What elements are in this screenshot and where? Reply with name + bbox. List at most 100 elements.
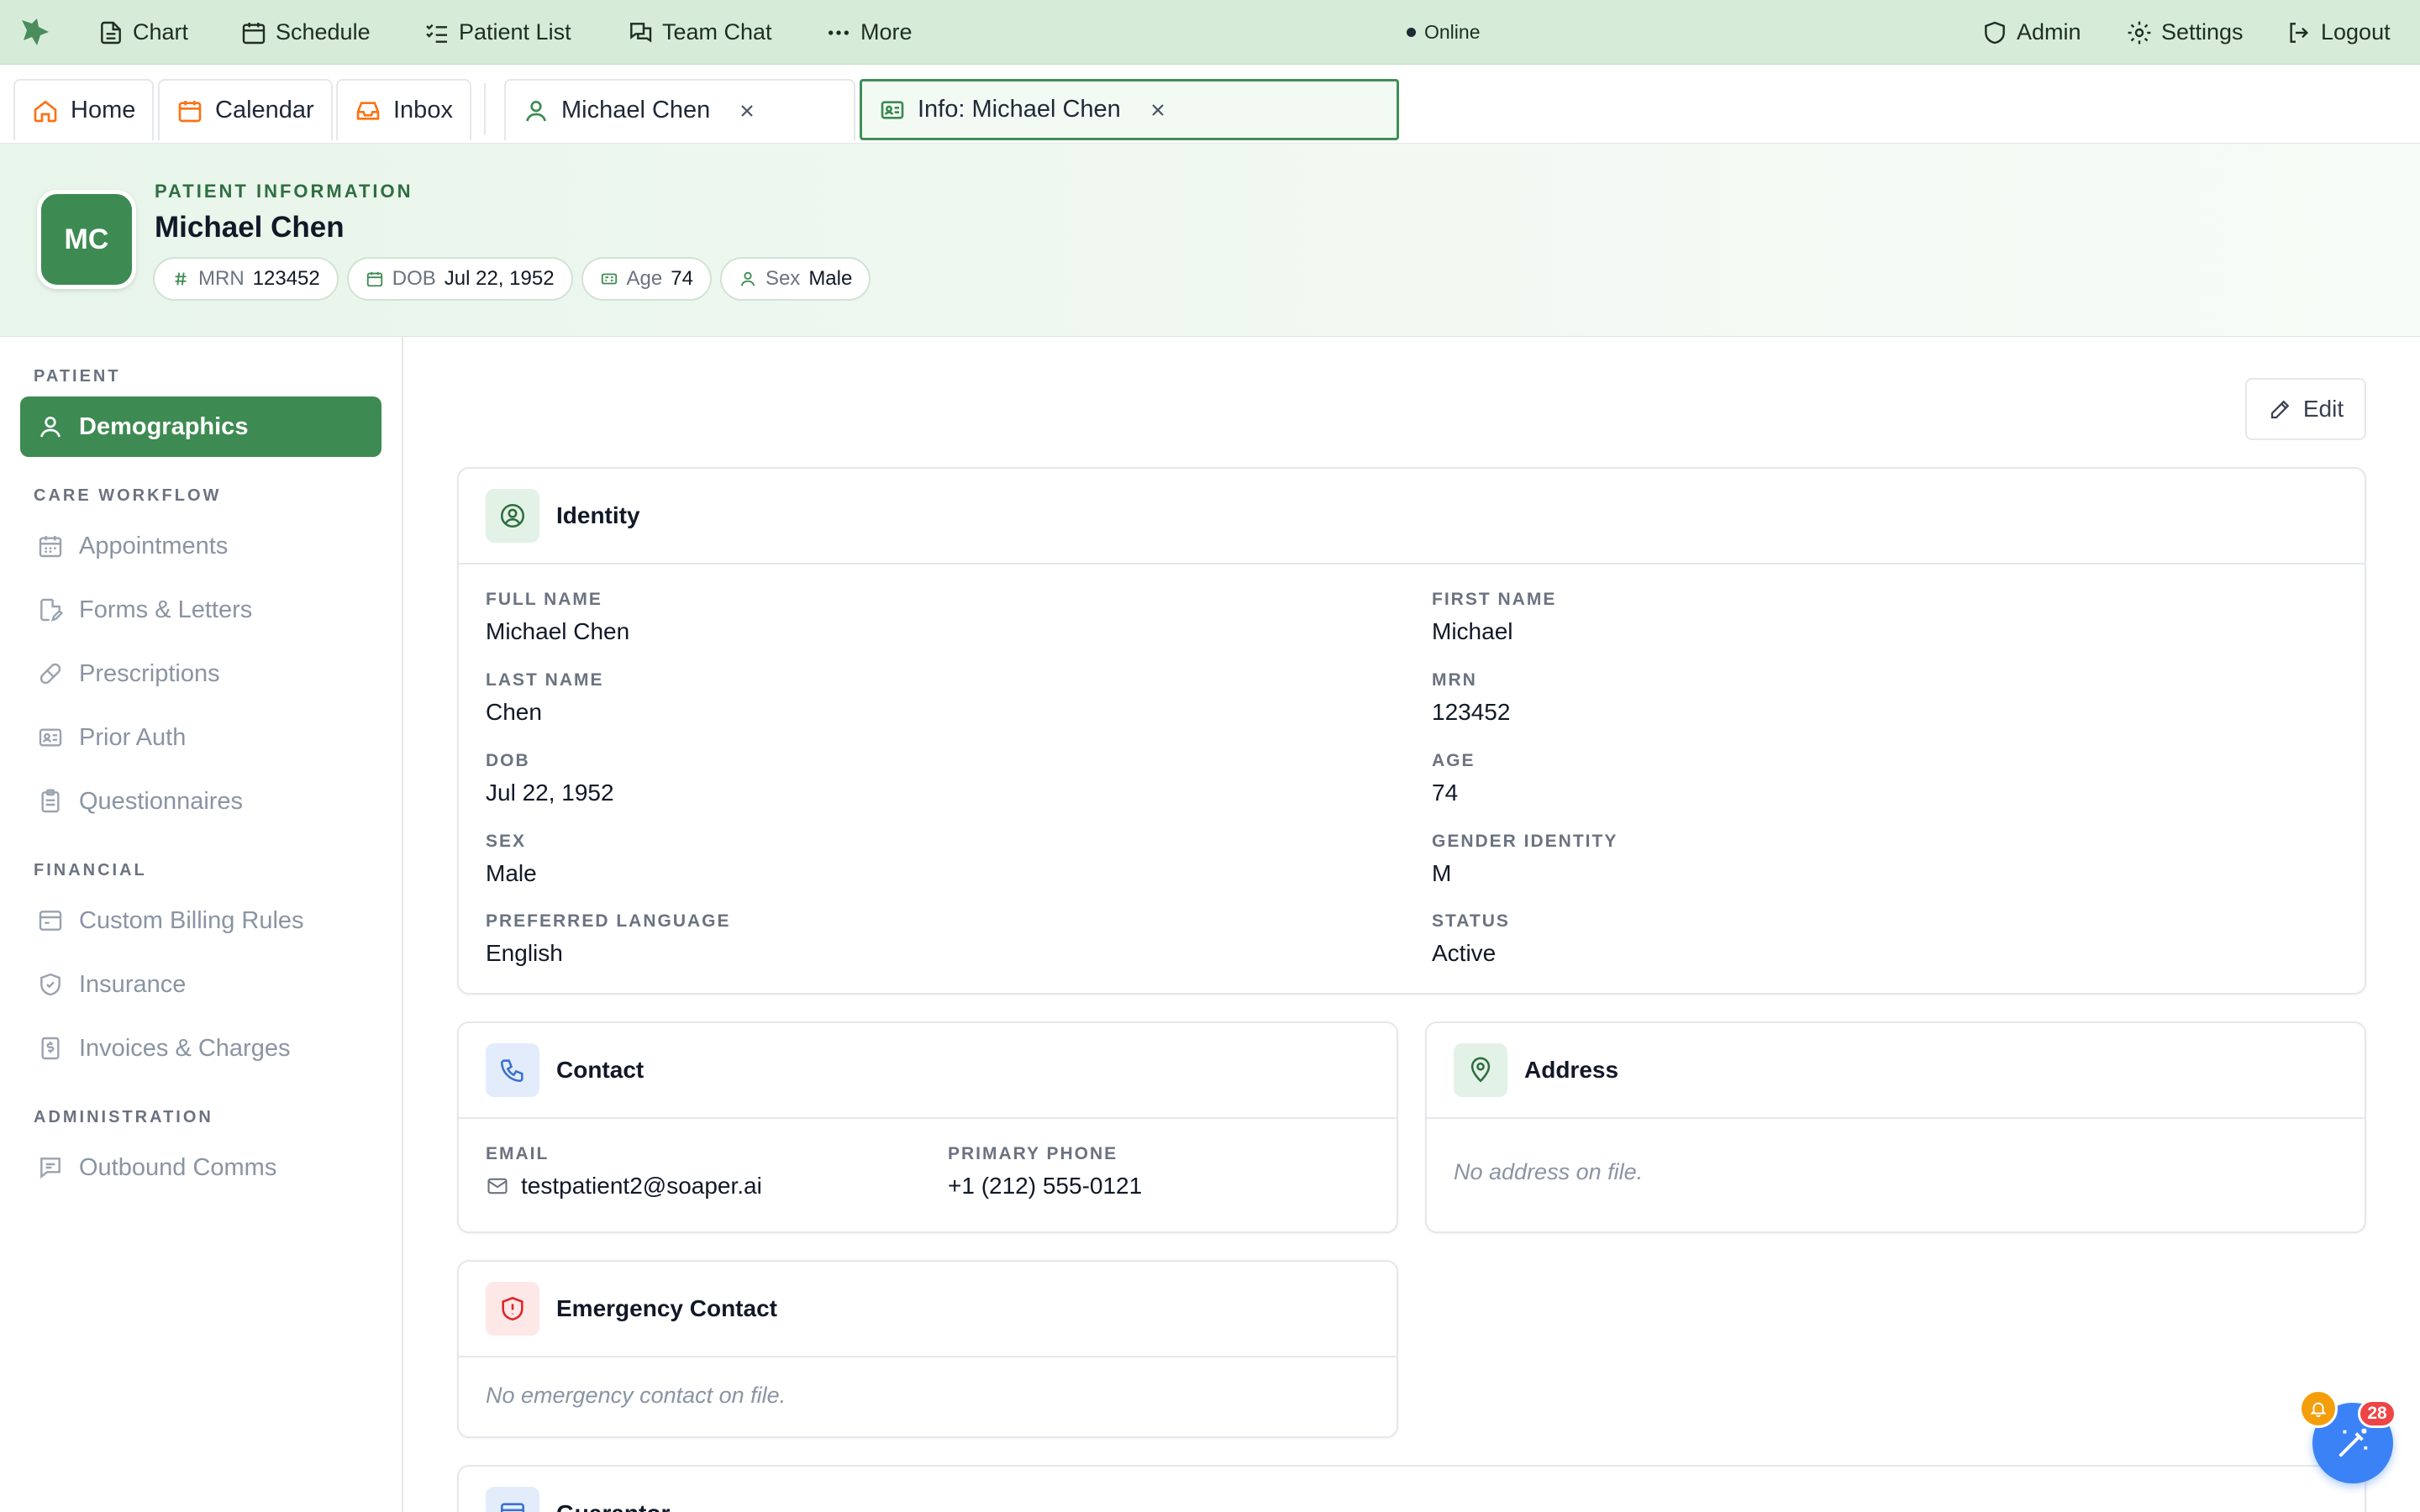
tab-patient-info-label: Info: Michael Chen xyxy=(918,96,1121,123)
id-card-icon xyxy=(601,273,617,285)
tab-patient-chart-label: Michael Chen xyxy=(561,97,711,123)
emergency-empty-message: No emergency contact on file. xyxy=(486,1383,786,1408)
shield-check-icon xyxy=(40,973,60,996)
nav-team-chat[interactable]: Team Chat xyxy=(627,0,772,65)
field-label: MRN xyxy=(1432,670,1477,690)
user-icon xyxy=(740,271,755,286)
magic-wand-icon xyxy=(2338,1428,2368,1457)
sidebar-item-demographics[interactable]: Demographics xyxy=(20,396,381,457)
sidebar-item-label: Outbound Comms xyxy=(79,1153,277,1181)
file-edit-icon xyxy=(40,598,64,622)
sidebar-item-prior-auth[interactable]: Prior Auth xyxy=(20,707,381,768)
app-logo-icon[interactable] xyxy=(18,15,54,49)
close-icon[interactable] xyxy=(737,101,757,121)
field-value: +1 (212) 555-0121 xyxy=(948,1173,1143,1199)
id-card-icon xyxy=(39,728,62,747)
more-dots-icon xyxy=(829,29,849,35)
field-value: Active xyxy=(1432,940,1497,966)
address-card-icon xyxy=(1454,1043,1507,1097)
field-label: FIRST NAME xyxy=(1432,590,1557,609)
nav-chart-label: Chart xyxy=(133,19,189,45)
patient-name: Michael Chen xyxy=(155,211,345,244)
list-checks-icon xyxy=(426,24,447,43)
emergency-card-title: Emergency Contact xyxy=(556,1295,777,1321)
field-last-name: LAST NAME Chen xyxy=(486,670,604,726)
inbox-icon xyxy=(356,101,380,120)
chip-key: Age xyxy=(626,267,663,290)
top-nav: Chart Schedule Patient List Team Chat Mo… xyxy=(0,0,2420,65)
field-age: AGE 74 xyxy=(1432,751,1476,806)
sidebar-item-questionnaires[interactable]: Questionnaires xyxy=(20,771,381,832)
field-value: 74 xyxy=(1432,780,1459,806)
identity-card-title: Identity xyxy=(556,502,640,528)
notification-bell[interactable] xyxy=(2299,1389,2338,1428)
nav-patient-list[interactable]: Patient List xyxy=(424,0,571,65)
close-icon[interactable] xyxy=(1148,100,1168,120)
nav-chart[interactable]: Chart xyxy=(97,0,188,65)
field-value: 123452 xyxy=(1432,699,1511,725)
email-value[interactable]: testpatient2@soaper.ai xyxy=(521,1173,762,1200)
chip-value: Jul 22, 1952 xyxy=(444,267,555,290)
nav-logout-label: Logout xyxy=(2321,19,2391,45)
sidebar-item-label: Prescriptions xyxy=(79,659,220,687)
field-value: Jul 22, 1952 xyxy=(486,780,614,806)
id-card-icon xyxy=(881,100,904,119)
chip-key: MRN xyxy=(198,267,245,290)
identity-card-header: Identity xyxy=(459,469,2365,564)
nav-settings[interactable]: Settings xyxy=(2126,0,2244,65)
chat-icon xyxy=(630,22,652,43)
edit-button[interactable]: Edit xyxy=(2245,378,2366,440)
field-label: GENDER IDENTITY xyxy=(1432,832,1618,851)
gear-icon xyxy=(2128,21,2151,44)
chip-key: Sex xyxy=(765,267,801,290)
tab-home[interactable]: Home xyxy=(13,79,155,140)
sidebar-item-appointments[interactable]: Appointments xyxy=(20,516,381,576)
nav-admin[interactable]: Admin xyxy=(1981,0,2081,65)
nav-logout[interactable]: Logout xyxy=(2286,0,2391,65)
status-dot xyxy=(1407,28,1416,37)
chip-age: Age 74 xyxy=(581,257,712,301)
identity-card-icon xyxy=(486,489,539,543)
calendar-icon xyxy=(366,271,382,287)
shield-alert-icon xyxy=(502,1296,523,1321)
sidebar-item-outbound-comms[interactable]: Outbound Comms xyxy=(20,1137,381,1198)
sidebar-item-prescriptions[interactable]: Prescriptions xyxy=(20,643,381,704)
calendar-icon xyxy=(39,536,62,558)
sidebar-item-forms-letters[interactable]: Forms & Letters xyxy=(20,580,381,640)
logout-icon xyxy=(2290,22,2309,43)
mail-icon xyxy=(487,1178,508,1194)
patient-chips: MRN 123452 DOB Jul 22, 1952 Age 74 Sex M… xyxy=(153,257,871,301)
nav-more[interactable]: More xyxy=(825,0,913,65)
sidebar-section-title: FINANCIAL xyxy=(34,861,147,879)
nav-schedule[interactable]: Schedule xyxy=(240,0,371,65)
field-label: FULL NAME xyxy=(486,590,602,609)
tab-home-label: Home xyxy=(71,97,136,123)
chip-value: 123452 xyxy=(252,267,320,290)
tab-patient-chart[interactable]: Michael Chen xyxy=(504,79,855,140)
tab-inbox-label: Inbox xyxy=(393,97,453,123)
sidebar-section-title: PATIENT xyxy=(34,367,121,386)
field-email: EMAIL testpatient2@soaper.ai xyxy=(486,1144,762,1200)
address-empty-message: No address on file. xyxy=(1454,1159,1644,1184)
connection-status: Online xyxy=(1407,0,1480,65)
message-square-icon xyxy=(40,1158,60,1179)
sidebar-item-invoices-charges[interactable]: Invoices & Charges xyxy=(20,1018,381,1079)
chip-dob: DOB Jul 22, 1952 xyxy=(346,257,573,301)
phone-icon xyxy=(500,1059,523,1083)
sidebar-item-insurance[interactable]: Insurance xyxy=(20,954,381,1015)
field-label: PRIMARY PHONE xyxy=(948,1144,1118,1163)
tab-inbox[interactable]: Inbox xyxy=(336,79,471,140)
emergency-card-header: Emergency Contact xyxy=(459,1262,1397,1357)
wallet-icon xyxy=(500,1503,525,1512)
field-label: AGE xyxy=(1432,751,1476,770)
sidebar-item-custom-billing-rules[interactable]: Custom Billing Rules xyxy=(20,890,381,951)
home-icon xyxy=(34,100,57,122)
pencil-icon xyxy=(2270,400,2290,419)
field-label: SEX xyxy=(486,832,527,851)
tab-patient-info[interactable]: Info: Michael Chen xyxy=(860,79,1399,140)
field-value: Male xyxy=(486,860,537,886)
sidebar-item-label: Invoices & Charges xyxy=(79,1034,291,1062)
nav-schedule-label: Schedule xyxy=(276,19,371,45)
wallet-icon xyxy=(39,911,62,931)
tab-calendar[interactable]: Calendar xyxy=(158,79,333,140)
